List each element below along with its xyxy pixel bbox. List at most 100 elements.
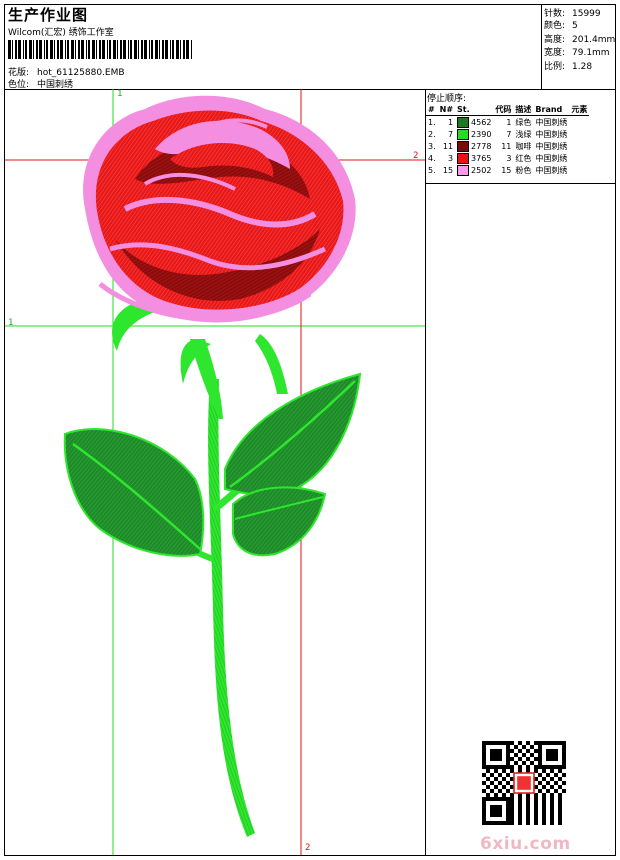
cell-index-text: 3.	[428, 141, 436, 151]
stat-height: 高度: 201.4mm	[544, 32, 615, 45]
studio-name: Wilcom(汇宏) 绣饰工作室	[8, 28, 114, 38]
cell-description-text: 浅绿	[515, 129, 532, 139]
guide-label-right: 2	[413, 151, 419, 161]
cell-code: 3	[493, 152, 513, 164]
cell-index-text: 4.	[428, 153, 436, 163]
cell-stitches: 2502	[455, 164, 493, 176]
cell-brand-text: 中国刺绣	[535, 141, 568, 151]
header-panel: 生产作业图 Wilcom(汇宏) 绣饰工作室 花版: hot_61125880.E…	[5, 5, 541, 90]
cell-stitches: 2390	[455, 128, 493, 140]
cell-index-text: 5.	[428, 165, 436, 175]
cell-stitches-text: 2778	[471, 141, 492, 151]
cell-index: 5.	[426, 164, 438, 176]
cell-needle-text: 7	[447, 129, 454, 139]
cell-description: 浅绿	[513, 128, 533, 140]
cell-description: 咖啡	[513, 140, 533, 152]
cell-element	[569, 140, 589, 152]
stat-width: 宽度: 79.1mm	[544, 45, 610, 58]
cell-stitches-text: 2502	[471, 165, 492, 175]
cell-description: 红色	[513, 152, 533, 164]
color-sequence-table: # N# St. 代码 描述 Brand 元素 1. 1 4562 1 绿色 中国刺绣 2.…	[426, 103, 590, 176]
col-index: #	[426, 103, 438, 116]
stat-value: 5	[572, 21, 578, 31]
cell-description-text: 红色	[515, 153, 532, 163]
cell-brand: 中国刺绣	[533, 164, 569, 176]
sepal-right	[255, 334, 288, 394]
cell-code-text: 3	[506, 153, 512, 163]
cell-needle-text: 3	[447, 153, 454, 163]
cell-code: 11	[493, 140, 513, 152]
stat-label: 高度:	[544, 35, 566, 45]
table-row: 3. 11 2778 11 咖啡 中国刺绣	[426, 140, 589, 152]
color-swatch	[457, 116, 470, 128]
cell-description-text: 绿色	[515, 117, 532, 127]
table-header-row: # N# St. 代码 描述 Brand 元素	[426, 103, 590, 116]
cell-brand-text: 中国刺绣	[535, 153, 568, 163]
guide-label-top: 1	[117, 89, 123, 99]
stat-value: 1.28	[572, 62, 593, 72]
color-swatch	[457, 128, 470, 140]
cell-stitches-text: 3765	[471, 153, 492, 163]
guide-label-bottom: 2	[305, 843, 311, 853]
cell-brand: 中国刺绣	[533, 128, 569, 140]
col-code: 代码	[493, 103, 514, 116]
cell-stitches-text: 2390	[471, 129, 492, 139]
cell-code: 15	[493, 164, 513, 176]
cell-code-text: 1	[506, 117, 512, 127]
cell-needle: 3	[438, 152, 455, 164]
stat-value: 79.1mm	[572, 48, 610, 58]
cell-brand-text: 中国刺绣	[535, 117, 568, 127]
cell-needle: 11	[438, 140, 455, 152]
cell-index: 2.	[426, 128, 438, 140]
color-swatch	[457, 152, 470, 164]
cell-stitches-text: 4562	[471, 117, 492, 127]
cell-index-text: 1.	[428, 117, 436, 127]
guide-label-left: 1	[8, 318, 14, 328]
color-swatch	[457, 164, 470, 176]
cell-needle-text: 11	[442, 141, 454, 151]
cell-brand: 中国刺绣	[533, 140, 569, 152]
cell-brand-text: 中国刺绣	[535, 129, 568, 139]
qr-code	[482, 741, 566, 825]
stat-label: 宽度:	[544, 48, 566, 58]
cell-index: 4.	[426, 152, 438, 164]
rose-embroidery-image	[5, 89, 425, 855]
cell-element	[569, 128, 589, 140]
col-description: 描述	[513, 103, 534, 116]
table-divider	[426, 183, 615, 184]
cell-index: 1.	[426, 116, 438, 129]
cell-needle: 15	[438, 164, 455, 176]
col-needle: N#	[437, 103, 456, 116]
production-sheet: 生产作业图 Wilcom(汇宏) 绣饰工作室 花版: hot_61125880.E…	[4, 4, 616, 856]
cell-needle: 1	[438, 116, 455, 129]
cell-needle-text: 1	[447, 117, 454, 127]
cell-stitches: 4562	[455, 116, 493, 129]
leaf-lower-right	[232, 486, 327, 557]
cell-element	[569, 152, 589, 164]
cell-index-text: 2.	[428, 129, 436, 139]
table-row: 4. 3 3765 3 红色 中国刺绣	[426, 152, 589, 164]
cell-element	[569, 164, 589, 176]
cell-brand: 中国刺绣	[533, 152, 569, 164]
stop-sequence-panel: 停止顺序: # N# St. 代码 描述 Brand 元素 1. 1 4562 1 绿色…	[426, 89, 615, 855]
col-element: 元素	[569, 103, 590, 116]
cell-needle-text: 15	[442, 165, 454, 175]
cell-description-text: 粉色	[515, 165, 532, 175]
table-row: 1. 1 4562 1 绿色 中国刺绣	[426, 116, 589, 129]
cell-description: 绿色	[513, 116, 533, 129]
stat-colors: 颜色: 5	[544, 18, 578, 31]
barcode	[8, 40, 192, 59]
col-stitches: St.	[455, 103, 494, 116]
cell-brand: 中国刺绣	[533, 116, 569, 129]
sheet-title: 生产作业图	[8, 6, 89, 24]
table-row: 2. 7 2390 7 浅绿 中国刺绣	[426, 128, 589, 140]
cell-index: 3.	[426, 140, 438, 152]
stat-label: 颜色:	[544, 21, 566, 31]
color-swatch	[457, 140, 470, 152]
cell-code-text: 7	[506, 129, 512, 139]
cell-description: 粉色	[513, 164, 533, 176]
stats-panel: 针数: 15999 颜色: 5 高度: 201.4mm 宽度: 79.1mm 比例: 1.…	[541, 5, 616, 90]
stat-scale: 比例: 1.28	[544, 59, 592, 72]
cell-code: 1	[493, 116, 513, 129]
cell-code-text: 15	[501, 165, 512, 175]
